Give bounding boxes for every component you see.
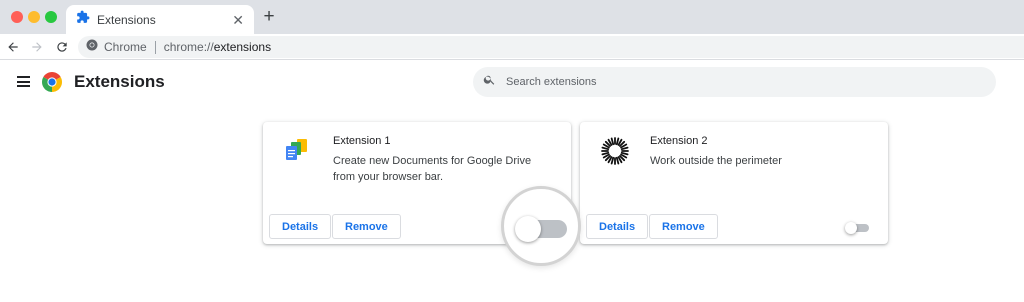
sunburst-ray	[615, 156, 620, 165]
address-bar[interactable]: Chrome chrome://extensions	[78, 36, 1024, 58]
sunburst-ray	[601, 151, 610, 156]
extension-card-2: Extension 2 Work outside the perimeter D…	[580, 122, 888, 244]
sunburst-ray	[620, 151, 629, 156]
tab-strip: Extensions ✕ +	[0, 0, 1024, 34]
sunburst-icon	[600, 136, 630, 166]
sunburst-ray	[620, 146, 629, 151]
extension-name: Extension 2	[650, 135, 708, 147]
browser-toolbar: Chrome chrome://extensions	[0, 34, 1024, 60]
page-title: Extensions	[74, 72, 165, 91]
sunburst-ray	[615, 137, 620, 146]
sunburst-ray	[601, 146, 610, 151]
forward-arrow-icon[interactable]	[27, 37, 47, 57]
reload-icon[interactable]	[52, 37, 72, 57]
details-button[interactable]: Details	[586, 214, 649, 239]
omnibox-divider	[154, 40, 156, 54]
puzzle-piece-icon	[76, 10, 90, 29]
details-button[interactable]: Details	[269, 214, 332, 239]
google-docs-icon	[283, 136, 313, 166]
tab-extensions[interactable]: Extensions ✕	[66, 5, 254, 34]
chrome-page-icon	[86, 38, 98, 56]
url-host: extensions	[213, 40, 272, 54]
url-scheme: chrome://	[163, 40, 214, 54]
page-header: Extensions	[0, 61, 1024, 103]
back-arrow-icon[interactable]	[3, 37, 23, 57]
extension-description: Create new Documents for Google Drive fr…	[333, 155, 532, 183]
toggle-knob	[845, 222, 857, 234]
sunburst-ray	[610, 156, 615, 165]
maximize-window-button[interactable]	[45, 11, 57, 23]
chrome-logo-icon	[42, 72, 62, 92]
minimize-window-button[interactable]	[28, 11, 40, 23]
toggle-knob	[515, 216, 541, 242]
search-extensions-box[interactable]	[473, 67, 996, 97]
plus-icon[interactable]: +	[258, 6, 280, 28]
site-chip: Chrome	[104, 40, 147, 54]
search-input[interactable]	[506, 76, 906, 88]
remove-button[interactable]: Remove	[332, 214, 401, 239]
sunburst-ray	[610, 137, 615, 146]
extension-name: Extension 1	[333, 135, 391, 147]
close-icon[interactable]: ✕	[232, 13, 244, 27]
hamburger-menu-icon[interactable]	[17, 76, 30, 87]
remove-button[interactable]: Remove	[649, 214, 718, 239]
enable-toggle[interactable]	[845, 222, 871, 234]
magnified-toggle-callout	[501, 186, 581, 266]
extension-description: Work outside the perimeter	[650, 155, 782, 167]
close-window-button[interactable]	[11, 11, 23, 23]
search-icon	[483, 73, 496, 91]
tab-title: Extensions	[97, 12, 156, 27]
